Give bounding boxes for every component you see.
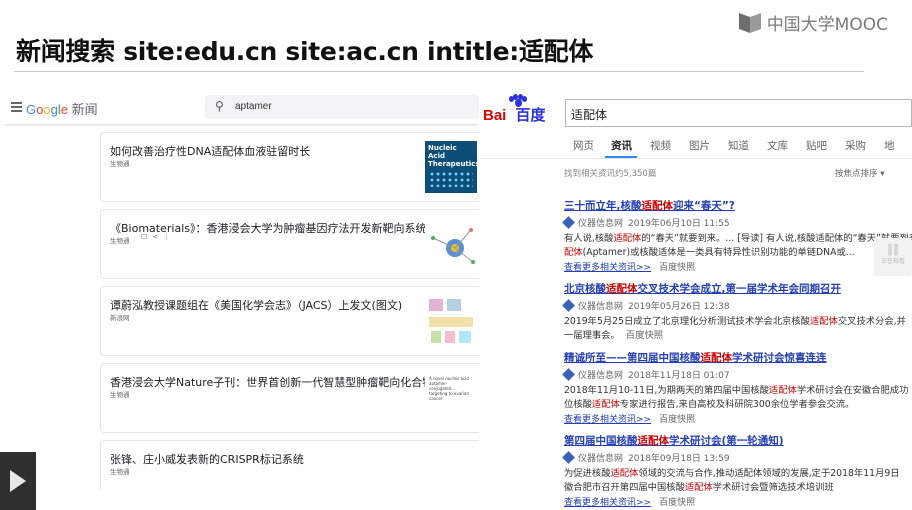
news-card-title[interactable]: 香港浸会大学Nature子刊：世界首创新一代智慧型肿瘤靶向化合物 xyxy=(110,374,433,390)
more-news-link[interactable]: 查看更多相关资讯>> xyxy=(564,415,651,425)
news-card[interactable]: 如何改善治疗性DNA适配体血液驻留时长 生物通 Nucleic Acid The… xyxy=(100,132,479,202)
news-card-thumbnail[interactable]: A novel nucleic acid aptamer-conjugated.… xyxy=(425,372,477,424)
result-count: 找到相关资讯约5,350篇 xyxy=(564,169,657,179)
side-widget[interactable]: ∥∥ 正在观看 xyxy=(874,238,912,276)
source-icon xyxy=(562,299,575,312)
tab-wenku[interactable]: 文库 xyxy=(767,138,788,153)
snapshot-link[interactable]: 百度快照 xyxy=(626,330,663,341)
news-card[interactable]: 香港浸会大学Nature子刊：世界首创新一代智慧型肿瘤靶向化合物 生物通 A n… xyxy=(100,363,479,433)
news-card-thumbnail[interactable] xyxy=(425,295,477,347)
result-abstract: 2019年5月25日成立了北京理化分析测试技术学会北京核酸适配体交叉技术分会,并… xyxy=(564,316,906,341)
google-search-box[interactable]: ⚲ aptamer xyxy=(205,95,479,119)
snapshot-link[interactable]: 百度快照 xyxy=(659,263,695,273)
google-news-logo[interactable]: Google 新闻 xyxy=(26,99,98,118)
tab-tieba[interactable]: 贴吧 xyxy=(806,138,827,153)
news-card-source: 新浪网 xyxy=(110,314,130,322)
google-news-topbar: Google 新闻 ⚲ aptamer xyxy=(5,90,479,125)
diagram-image xyxy=(429,299,473,343)
play-button[interactable] xyxy=(0,452,36,510)
news-card-title[interactable]: 如何改善治疗性DNA适配体血液驻留时长 xyxy=(110,143,310,159)
search-icon[interactable]: ⚲ xyxy=(215,99,224,113)
news-card-source: 生物通 xyxy=(110,468,130,476)
menu-icon[interactable] xyxy=(11,102,22,114)
snapshot-link[interactable]: 百度快照 xyxy=(659,415,695,425)
title-divider xyxy=(14,71,864,72)
news-card-thumbnail[interactable] xyxy=(425,218,477,270)
tab-map[interactable]: 地 xyxy=(884,138,895,153)
mooc-brand-text: 中国大学MOOC xyxy=(766,15,888,35)
news-card-title[interactable]: 谭蔚泓教授课题组在《美国化学会志》（JACS）上发文(图文) xyxy=(110,297,402,313)
baidu-paw-icon xyxy=(509,94,527,108)
audio-wave-icon: ∥∥ xyxy=(887,242,899,256)
side-widget-label: 正在观看 xyxy=(880,258,905,265)
result-title[interactable]: 北京核酸适配体交叉技术学会成立,第一届学术年会同期召开 xyxy=(564,281,912,296)
result-abstract: 有人说,核酸适配体的“春天”就要到来。... [导读] 有人说,核酸适配体的“春… xyxy=(564,233,912,258)
tab-zhidao[interactable]: 知道 xyxy=(728,138,749,153)
result-title[interactable]: 第四届中国核酸适配体学术研讨会(第一轮通知) xyxy=(564,433,912,448)
sort-dropdown[interactable]: 按焦点排序 ▾ xyxy=(835,167,884,179)
search-result: 精诚所至——第四届中国核酸适配体学术研讨会惊喜连连 仪器信息网 2018年11月1… xyxy=(562,350,912,425)
news-card-thumbnail[interactable]: Nucleic Acid Therapeutics xyxy=(425,141,479,193)
news-card[interactable]: 张锋、庄小威发表新的CRISPR标记系统 生物通 xyxy=(100,440,479,490)
result-links: 查看更多相关资讯>> 百度快照 xyxy=(564,412,912,425)
result-links: 查看更多相关资讯>> 百度快照 xyxy=(564,495,912,508)
slide-title: 新闻搜索 site:edu.cn site:ac.cn intitle:适配体 xyxy=(16,37,594,66)
baidu-logo-bai: Bai xyxy=(483,107,507,124)
tab-images[interactable]: 图片 xyxy=(689,138,710,153)
tab-web[interactable]: 网页 xyxy=(573,138,594,153)
news-card-source: 生物通 xyxy=(110,160,130,168)
more-news-link[interactable]: 查看更多相关资讯>> xyxy=(564,263,651,273)
baidu-logo-du: 百度 xyxy=(515,107,546,124)
mooc-brand: 中国大学MOOC xyxy=(738,10,888,35)
result-source: 仪器信息网 2019年05月26日 12:38 xyxy=(562,299,912,312)
result-abstract: 2018年11月10-11日,为期两天的第四届中国核酸适配体学术研讨会在安徽合肥… xyxy=(564,385,909,410)
play-icon xyxy=(10,470,26,492)
more-news-link[interactable]: 查看更多相关资讯>> xyxy=(564,498,651,508)
baidu-search-query[interactable]: 适配体 xyxy=(571,106,607,123)
source-icon xyxy=(562,216,575,229)
result-links: 查看更多相关资讯>> 百度快照 xyxy=(564,260,912,273)
news-card[interactable]: 《Biomaterials》：香港浸会大学为肿瘤基因疗法开发新靶向系统 生物通 … xyxy=(100,209,479,279)
card-actions-icon[interactable]: ☐<⋮ xyxy=(141,233,175,241)
baidu-panel: Baid百度 适配体 网页 资讯 视频 图片 知道 文库 贴吧 采购 地 找到相… xyxy=(479,90,912,510)
tabs-divider xyxy=(479,158,912,159)
result-title[interactable]: 精诚所至——第四届中国核酸适配体学术研讨会惊喜连连 xyxy=(564,350,912,365)
news-card-source: 生物通 xyxy=(110,237,130,245)
molecule-image xyxy=(431,228,475,264)
tab-purchase[interactable]: 采购 xyxy=(845,138,866,153)
google-news-panel: Google 新闻 ⚲ aptamer 如何改善治疗性DNA适配体血液驻留时长 … xyxy=(5,90,479,490)
news-card-source: 生物通 xyxy=(110,391,130,399)
news-card[interactable]: 谭蔚泓教授课题组在《美国化学会志》（JACS）上发文(图文) 新浪网 xyxy=(100,286,479,356)
news-card-title[interactable]: 张锋、庄小威发表新的CRISPR标记系统 xyxy=(110,451,304,467)
tab-video[interactable]: 视频 xyxy=(650,138,671,153)
google-logo-text: Google xyxy=(26,102,68,117)
result-source: 仪器信息网 2018年11月18日 01:07 xyxy=(562,368,912,381)
search-result: 北京核酸适配体交叉技术学会成立,第一届学术年会同期召开 仪器信息网 2019年05… xyxy=(562,281,912,342)
snapshot-link[interactable]: 百度快照 xyxy=(659,498,695,508)
news-logo-text: 新闻 xyxy=(71,102,98,117)
mooc-logo-icon xyxy=(738,12,761,34)
search-result: 三十而立年,核酸适配体迎来“春天”? 仪器信息网 2019年06月10日 11:5… xyxy=(562,198,912,273)
thumbnail-caption: A novel nucleic acid aptamer-conjugated.… xyxy=(429,376,469,401)
result-source: 仪器信息网 2018年09月18日 13:59 xyxy=(562,451,912,464)
result-abstract: 为促进核酸适配体领域的交流与合作,推动适配体领域的发展,定于2018年11月9日… xyxy=(564,468,900,493)
baidu-tabs: 网页 资讯 视频 图片 知道 文库 贴吧 采购 地 xyxy=(479,134,912,158)
result-source: 仪器信息网 2019年06月10日 11:55 xyxy=(562,216,912,229)
source-icon xyxy=(562,451,575,464)
thumbnail-caption: Nucleic Acid Therapeutics xyxy=(428,144,479,168)
source-icon xyxy=(562,368,575,381)
result-title[interactable]: 三十而立年,核酸适配体迎来“春天”? xyxy=(564,198,912,213)
search-query[interactable]: aptamer xyxy=(235,101,272,112)
baidu-search-input[interactable]: 适配体 xyxy=(565,99,912,127)
tab-news[interactable]: 资讯 xyxy=(611,138,632,153)
search-result: 第四届中国核酸适配体学术研讨会(第一轮通知) 仪器信息网 2018年09月18日 … xyxy=(562,433,912,508)
